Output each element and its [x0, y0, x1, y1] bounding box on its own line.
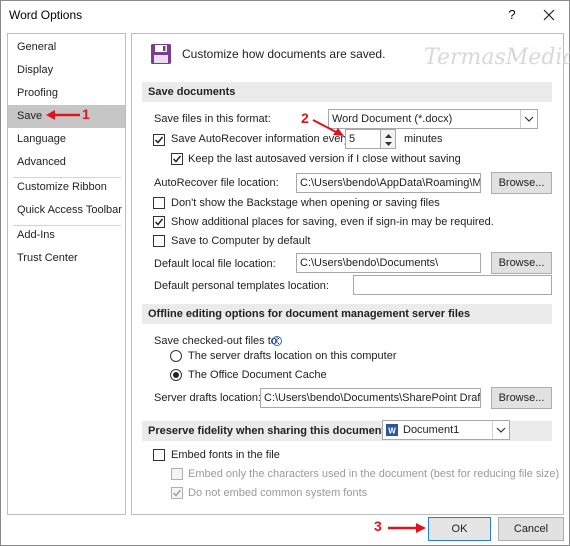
save-format-value: Word Document (*.docx) — [332, 113, 453, 125]
nav-item-trust-center[interactable]: Trust Center — [8, 247, 125, 270]
nav-item-advanced[interactable]: Advanced — [8, 151, 125, 174]
server-drafts-browse-button[interactable]: Browse... — [491, 387, 552, 409]
nav-item-display[interactable]: Display — [8, 59, 125, 82]
save-format-select[interactable]: Word Document (*.docx) — [328, 109, 538, 129]
section-save-documents: Save documents — [142, 82, 552, 102]
annotation-step-1: 1 — [82, 106, 90, 122]
save-disk-icon — [150, 43, 172, 65]
server-drafts-input[interactable]: C:\Users\bendo\Documents\SharePoint Draf… — [260, 388, 481, 408]
panel-header: Customize how documents are saved. — [182, 47, 386, 61]
close-icon[interactable] — [536, 4, 562, 26]
show-additional-places-label: Show additional places for saving, even … — [171, 216, 494, 228]
save-checked-out-label: Save checked-out files to: — [154, 335, 280, 347]
save-to-computer-label: Save to Computer by default — [171, 235, 311, 247]
dont-show-backstage-label: Don't show the Backstage when opening or… — [171, 197, 440, 209]
annotation-step-2: 2 — [301, 110, 309, 126]
save-to-computer-checkbox[interactable] — [153, 235, 165, 247]
minutes-label: minutes — [404, 133, 443, 145]
embed-fonts-checkbox[interactable] — [153, 449, 165, 461]
help-button[interactable]: ? — [500, 4, 524, 26]
default-templates-input[interactable] — [353, 275, 552, 295]
autorecover-location-label: AutoRecover file location: — [154, 177, 279, 189]
watermark-text: TermasMedia — [424, 45, 570, 70]
nav-item-add-ins[interactable]: Add-Ins — [8, 224, 125, 247]
ok-button[interactable]: OK — [428, 517, 491, 541]
embed-fonts-label: Embed fonts in the file — [171, 449, 280, 461]
annotation-arrow-3 — [388, 523, 426, 533]
annotation-arrow-1 — [46, 110, 80, 120]
do-not-embed-system-fonts-checkbox[interactable] — [171, 487, 183, 499]
default-local-input[interactable]: C:\Users\bendo\Documents\ — [296, 253, 481, 273]
keep-last-label: Keep the last autosaved version if I clo… — [188, 153, 461, 165]
autorecover-location-input[interactable]: C:\Users\bendo\AppData\Roaming\Mic — [296, 173, 481, 193]
svg-text:W: W — [388, 427, 396, 436]
autorecover-browse-button[interactable]: Browse... — [491, 172, 552, 194]
chevron-down-icon — [492, 421, 509, 439]
autorecover-checkbox[interactable] — [153, 134, 165, 146]
show-additional-places-checkbox[interactable] — [153, 216, 165, 228]
word-document-icon: W — [386, 424, 398, 436]
embed-only-used-label: Embed only the characters used in the do… — [188, 468, 560, 480]
radio-server-drafts[interactable] — [170, 350, 182, 362]
title-bar: Word Options ? — [1, 1, 569, 29]
radio-office-cache-label: The Office Document Cache — [188, 369, 327, 381]
default-templates-label: Default personal templates location: — [154, 280, 329, 292]
radio-server-drafts-label: The server drafts location on this compu… — [188, 350, 397, 362]
word-options-dialog: Word Options ? General Display Proofing … — [0, 0, 570, 546]
dialog-title: Word Options — [9, 8, 83, 22]
server-drafts-label: Server drafts location: — [154, 392, 261, 404]
do-not-embed-system-fonts-label: Do not embed common system fonts — [188, 487, 368, 499]
keep-last-checkbox[interactable] — [171, 153, 183, 165]
chevron-down-icon — [520, 110, 537, 128]
default-local-browse-button[interactable]: Browse... — [491, 252, 552, 274]
save-options-panel: Customize how documents are saved. Save … — [131, 33, 564, 515]
nav-item-customize-ribbon[interactable]: Customize Ribbon — [8, 176, 125, 199]
default-local-label: Default local file location: — [154, 258, 276, 270]
nav-item-general[interactable]: General — [8, 36, 125, 59]
cancel-button[interactable]: Cancel — [498, 517, 564, 541]
annotation-step-3: 3 — [374, 518, 382, 534]
annotation-arrow-2 — [312, 119, 344, 136]
autorecover-minutes-input[interactable]: 5 — [345, 129, 381, 149]
section-offline-editing: Offline editing options for document man… — [142, 304, 552, 324]
nav-item-language[interactable]: Language — [8, 128, 125, 151]
fidelity-document-select[interactable]: W Document1 — [382, 420, 510, 440]
radio-office-cache[interactable] — [170, 369, 182, 381]
minutes-spinner[interactable] — [381, 129, 396, 149]
nav-item-proofing[interactable]: Proofing — [8, 82, 125, 105]
nav-item-quick-access-toolbar[interactable]: Quick Access Toolbar — [8, 199, 125, 222]
embed-only-used-checkbox[interactable] — [171, 468, 183, 480]
dont-show-backstage-checkbox[interactable] — [153, 197, 165, 209]
format-label: Save files in this format: — [154, 113, 271, 125]
options-nav: General Display Proofing Save Language A… — [7, 33, 126, 515]
info-icon: i — [272, 336, 282, 346]
